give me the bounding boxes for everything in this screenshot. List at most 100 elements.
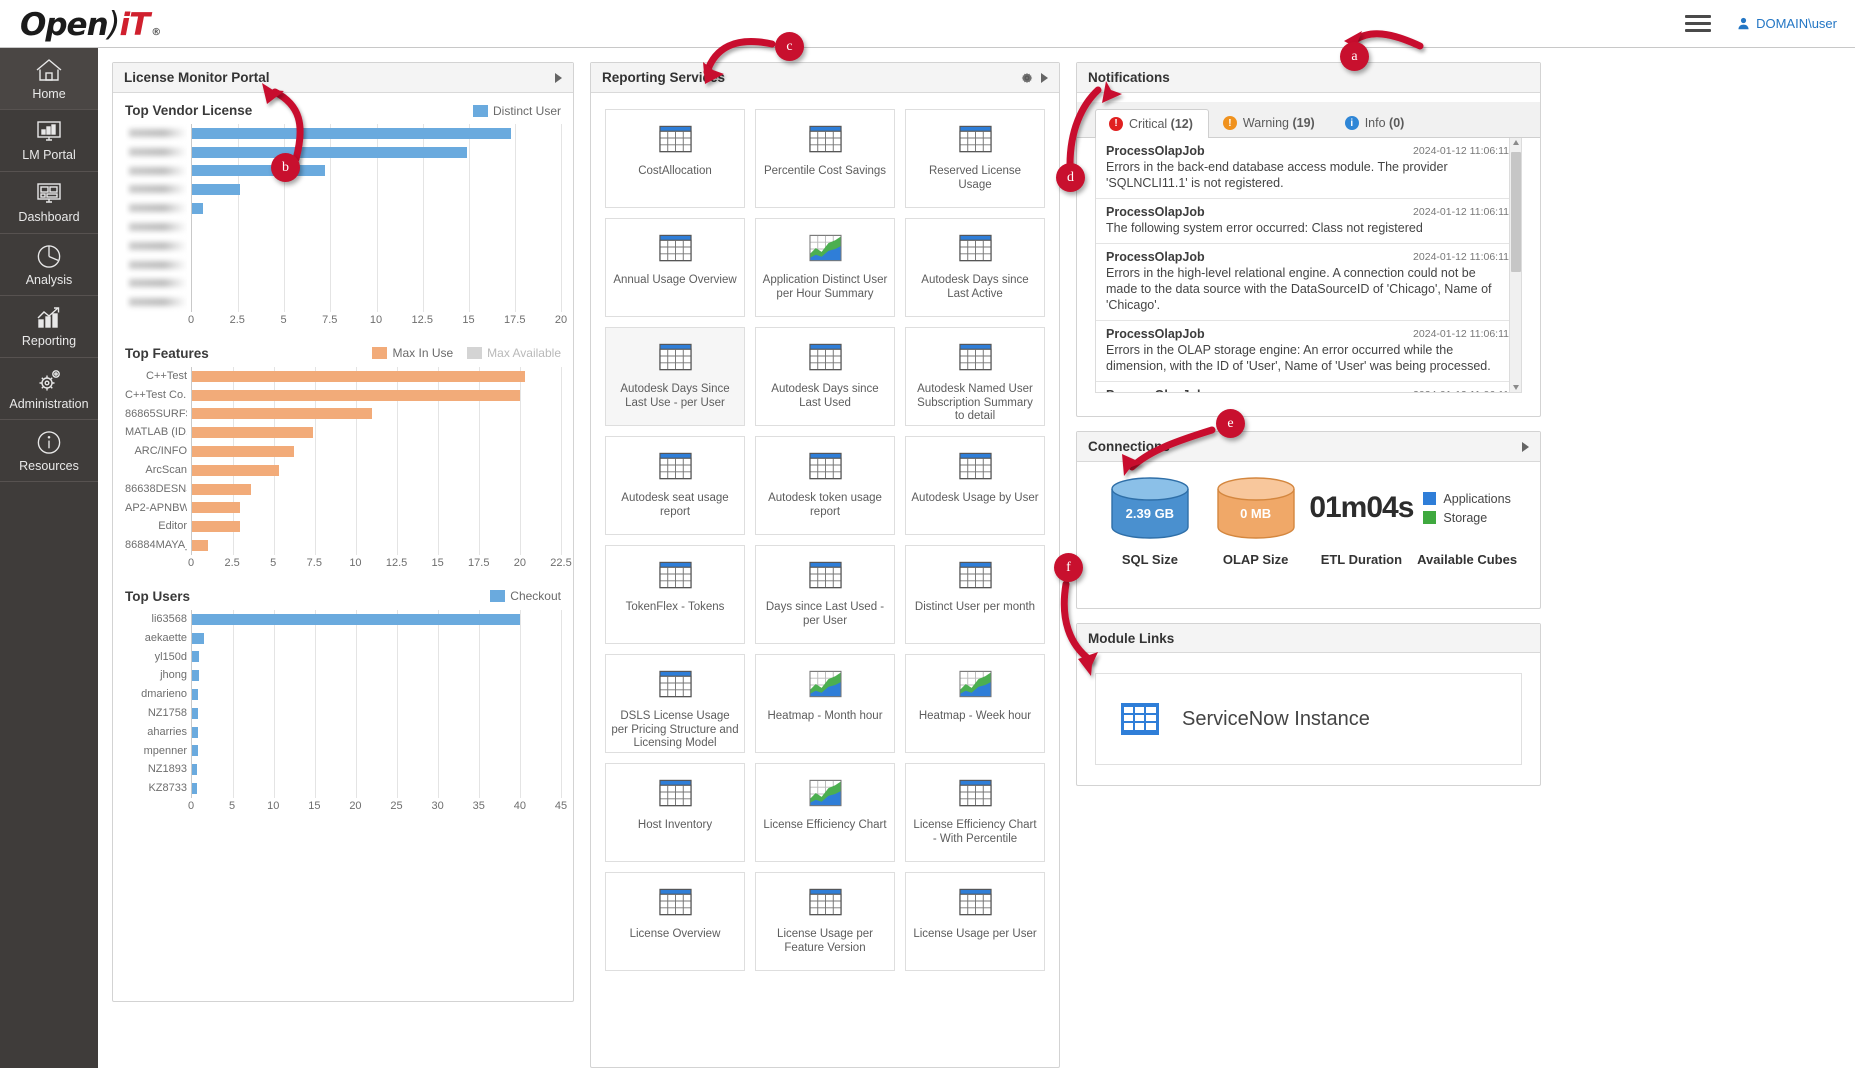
chart-xtick: 0 [187,556,195,569]
expand-caret-icon[interactable] [555,72,562,83]
chart-bar-row [192,367,561,386]
module-link-servicenow[interactable]: ServiceNow Instance [1095,673,1522,765]
reporting-service-tile[interactable]: License Efficiency Chart - With Percenti… [905,763,1045,862]
reporting-service-label: License Usage per Feature Version [777,928,873,954]
sql-size-value: 2.39 GB [1125,506,1175,521]
chart-category-label [125,143,187,162]
table-icon [958,779,992,810]
notification-item[interactable]: ProcessOlapJob 2024-01-12 11:06:11 Errors … [1096,138,1521,199]
user-menu[interactable]: DOMAIN\user [1737,16,1837,31]
notification-item[interactable]: ProcessOlapJob 2024-01-12 11:06:11 Errors … [1096,244,1521,321]
chart-bar [192,651,199,663]
chart-bar [192,427,314,439]
chart-bar-row [192,629,561,648]
reporting-service-label: Autodesk Usage by User [911,492,1039,504]
sidebar-label: LM Portal [22,148,76,162]
notification-item[interactable]: ProcessOlapJob2024-01-12 11:06:11Server:… [1096,382,1521,392]
chart-body: li63568 aekaette yl150d jhong dmarieno NZ1758… [125,609,562,798]
reporting-service-tile[interactable]: Heatmap - Month hour [755,654,895,753]
reporting-service-tile[interactable]: Autodesk Named User Subscription Summary… [905,327,1045,426]
expand-caret-icon[interactable] [1522,441,1529,452]
sidebar-item-dashboard[interactable]: Dashboard [0,172,98,234]
notifications-scrollbar[interactable] [1509,138,1521,392]
reporting-service-tile[interactable]: Reserved License Usage [905,109,1045,208]
scrollbar-thumb[interactable] [1511,152,1521,272]
reporting-service-tile[interactable]: Autodesk token usage report [755,436,895,535]
reporting-service-tile[interactable]: Autodesk Days since Last Used [755,327,895,426]
reporting-service-tile[interactable]: TokenFlex - Tokens [605,545,745,644]
expand-caret-icon[interactable] [1041,72,1048,83]
chart-category-label: aharries [147,725,187,738]
sidebar-item-resources[interactable]: Resources [0,420,98,482]
reporting-service-tile[interactable]: DSLS License Usage per Pricing Structure… [605,654,745,753]
lm-portal-header: License Monitor Portal [113,63,573,93]
reporting-service-tile[interactable]: Days since Last Used - per User [755,545,895,644]
pie-chart-icon [37,244,61,268]
reporting-service-tile[interactable]: License Efficiency Chart [755,763,895,862]
notification-item[interactable]: ProcessOlapJob 2024-01-12 11:06:11 Errors … [1096,321,1521,382]
reporting-service-tile[interactable]: License Usage per Feature Version [755,872,895,971]
chart-xaxis: 0 5 10 15 20 25 30 35 40 45 [187,799,567,818]
area-chart-icon [808,670,842,701]
available-cubes-label: Available Cubes [1417,552,1518,567]
reporting-service-label: Percentile Cost Savings [763,165,887,177]
tab-warning[interactable]: ! Warning (19) [1209,109,1331,137]
sidebar-item-analysis[interactable]: Analysis [0,234,98,296]
chart-bar-row [192,162,561,181]
chart-category-label: MATLAB (ID... [125,426,187,439]
reporting-service-tile[interactable]: Autodesk Days since Last Active [905,218,1045,317]
chart-xaxis: 0 2.5 5 7.5 10 12.5 15 17.5 20 22.5 [187,556,572,575]
chart-category-label: Editor [158,520,187,533]
warning-icon: ! [1222,116,1237,130]
module-links-panel: Module Links ServiceNow Instance [1076,623,1541,786]
sidebar-item-administration[interactable]: Administration [0,358,98,420]
cubes-legend: Applications Storage [1423,492,1511,525]
tab-critical[interactable]: ! Critical (12) [1095,109,1209,138]
reporting-service-tile[interactable]: Distinct User per month [905,545,1045,644]
chart-ylabels: C++Test C++Test Co... 86865SURFS... MATLAB … [125,367,191,555]
scroll-down-arrow-icon[interactable] [1512,385,1519,390]
notification-item[interactable]: ProcessOlapJob 2024-01-12 11:06:11 The fol… [1096,199,1521,244]
module-links-body: ServiceNow Instance [1077,653,1540,785]
reporting-service-tile[interactable]: CostAllocation [605,109,745,208]
reporting-services-panel: Reporting Services CostAllocation Percent… [590,62,1060,1068]
hamburger-menu-icon[interactable] [1685,15,1712,32]
reporting-service-tile[interactable]: License Overview [605,872,745,971]
chart-title: Top Users [125,588,191,604]
chart-bar-row [192,405,561,424]
chart-category-label [125,218,187,237]
chart-category-label [125,162,187,181]
reporting-service-tile[interactable]: Heatmap - Week hour [905,654,1045,753]
top-vendor-license-chart: Top Vendor License Distinct User 0 2.5 5 7.… [113,93,573,336]
gear-icon[interactable] [1020,71,1034,85]
reporting-service-tile[interactable]: Autodesk seat usage report [605,436,745,535]
reporting-service-tile[interactable]: Autodesk Days Since Last Use - per User [605,327,745,426]
chart-category-label: jhong [160,669,187,682]
available-cubes-stat: Applications Storage Available Cubes [1414,476,1520,568]
sidebar-item-home[interactable]: Home [0,48,98,110]
scroll-up-arrow-icon[interactable] [1512,140,1519,145]
reporting-service-tile[interactable]: Host Inventory [605,763,745,862]
notification-timestamp: 2024-01-12 11:06:11 [1413,251,1509,263]
chart-xtick: 0 [187,799,195,812]
tab-info[interactable]: i Info (0) [1331,109,1421,137]
reporting-service-tile[interactable]: Percentile Cost Savings [755,109,895,208]
sidebar-label: Resources [19,458,79,473]
grid-table-icon [1121,703,1159,735]
sidebar-item-lm-portal[interactable]: LM Portal [0,110,98,172]
reporting-service-tile[interactable]: Autodesk Usage by User [905,436,1045,535]
reporting-service-tile[interactable]: Annual Usage Overview [605,218,745,317]
notification-timestamp: 2024-01-12 11:06:11 [1413,389,1509,392]
chart-gridline [561,124,562,312]
sidebar-item-reporting[interactable]: Reporting [0,296,98,358]
reporting-service-label: License Usage per User [913,928,1037,940]
reporting-service-tile[interactable]: License Usage per User [905,872,1045,971]
olap-size-stat: 0 MB OLAP Size [1203,476,1309,567]
chart-category-label [125,293,187,312]
chart-xtick: 20 [513,556,526,569]
reporting-service-tile[interactable]: Application Distinct User per Hour Summa… [755,218,895,317]
reporting-service-label: TokenFlex - Tokens [625,601,725,613]
page-content: License Monitor Portal Top Vendor Licens… [98,48,1855,1068]
top-bar: Open ) iT ® DOMAIN\user [0,0,1855,48]
top-features-chart: Top Features Max In Use Max Available C+… [113,336,573,579]
